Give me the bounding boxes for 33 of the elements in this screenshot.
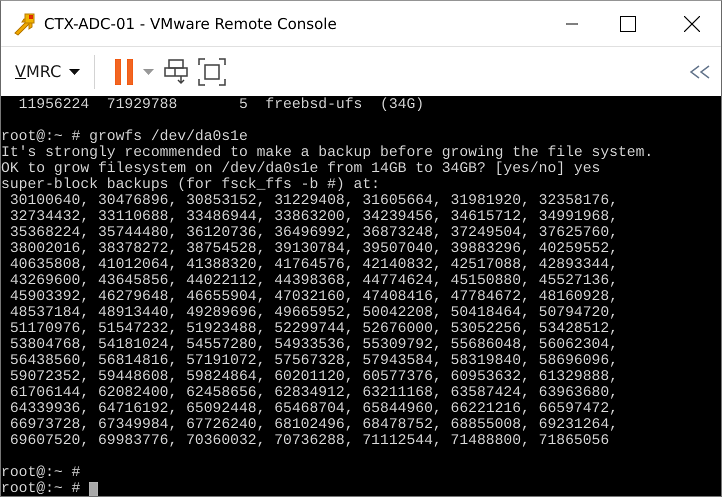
console-line: root@:~ # — [1, 465, 80, 481]
console-line: 53804768, 54181024, 54557280, 54933536, 55309792, 55686048, 56062304, — [8, 337, 618, 353]
maximize-icon[interactable] — [620, 16, 636, 32]
vmrc-menu[interactable]: VMRC — [9, 54, 86, 90]
app-logo-icon — [12, 12, 36, 36]
console-line: 35368224, 35744480, 36120736, 36496992, 36873248, 37249504, 37625760, — [8, 225, 618, 241]
console-line: 43269600, 43645856, 44022112, 44398368, 44774624, 45150880, 45527136, — [8, 273, 618, 289]
console-line: 59072352, 59448608, 59824864, 60201120, 60577376, 60953632, 61329888, — [8, 369, 618, 385]
console-line: 48537184, 48913440, 49289696, 49665952, 50042208, 50418464, 50794720, — [8, 305, 618, 321]
console-line: 56438560, 56814816, 57191072, 57567328, 57943584, 58319840, 58696096, — [8, 353, 618, 369]
console-line: 69607520, 69983776, 70360032, 70736288, 71112544, 71488800, 71865056 — [8, 433, 610, 449]
console-screen[interactable] — [1, 96, 721, 496]
close-icon[interactable] — [684, 16, 700, 32]
console-line: 45903392, 46279648, 46655904, 47032160, 47408416, 47784672, 48160928, — [8, 289, 618, 305]
minimize-icon[interactable] — [566, 22, 578, 24]
collapse-icon[interactable] — [689, 64, 711, 78]
console-line: OK to grow filesystem on /dev/da0s1e from 14GB to 34GB? [yes/no] yes — [1, 161, 600, 177]
console-line: 32734432, 33110688, 33486944, 33863200, 34239456, 34615712, 34991968, — [8, 209, 618, 225]
console-line: 38002016, 38378272, 38754528, 39130784, 39507040, 39883296, 40259552, — [8, 241, 618, 257]
console-line: 40635808, 41012064, 41388320, 41764576, 42140832, 42517088, 42893344, — [8, 257, 618, 273]
console-line: It's strongly recommended to make a backup before growing the file system. — [1, 145, 654, 161]
console-line: 66973728, 67349984, 67726240, 68102496, 68478752, 68855008, 69231264, — [8, 417, 618, 433]
console-line: 11956224 71929788 5 freebsd-ufs (34G) — [18, 97, 424, 113]
window-title: CTX-ADC-01 - VMware Remote Console — [44, 14, 338, 32]
console-line: 61706144, 62082400, 62458656, 62834912, 63211168, 63587424, 63963680, — [8, 385, 618, 401]
console-line: 64339936, 64716192, 65092448, 65468704, 65844960, 66221216, 66597472, — [8, 401, 618, 417]
console-line: super-block backups (for fsck_ffs -b #) at: — [1, 177, 380, 193]
console-line: 51170976, 51547232, 51923488, 52299744, 52676000, 53052256, 53428512, — [8, 321, 618, 337]
caret-icon[interactable] — [143, 68, 154, 74]
console-line: root@:~ # growfs /dev/da0s1e — [1, 129, 248, 145]
console-line: root@:~ # — [1, 481, 80, 496]
console-line: 30100640, 30476896, 30853152, 31229408, 31605664, 31981920, 32358176, — [8, 193, 618, 209]
caret-icon — [69, 68, 80, 74]
